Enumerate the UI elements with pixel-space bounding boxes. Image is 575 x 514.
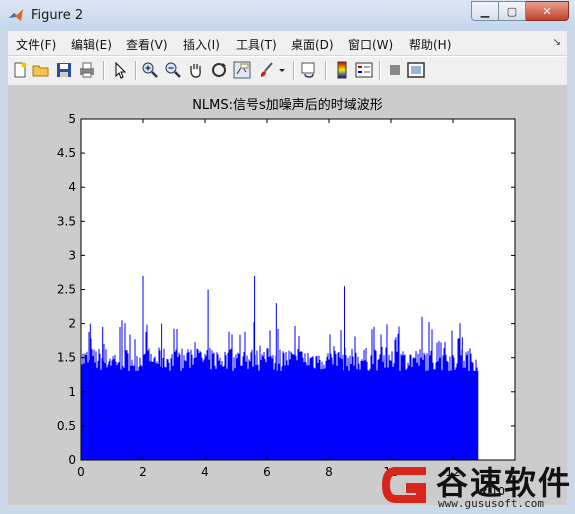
x-tick-label: 6 — [263, 465, 271, 479]
y-tick-label: 1.5 — [57, 351, 76, 365]
x-tick-label: 8 — [325, 465, 333, 479]
y-tick-label: 4.5 — [57, 146, 76, 160]
y-tick-label: 5 — [68, 112, 76, 126]
y-tick-label: 3.5 — [57, 214, 76, 228]
y-tick-label: 1 — [68, 385, 76, 399]
y-tick-label: 0 — [68, 453, 76, 467]
x-tick-label: 0 — [77, 465, 85, 479]
y-tick-label: 2 — [68, 317, 76, 331]
gususoft-logo-icon — [382, 467, 426, 503]
y-tick-label: 2.5 — [57, 283, 76, 297]
plot-axes[interactable]: 00.511.522.533.544.55 024681012 — [0, 0, 575, 514]
y-tick-label: 3 — [68, 248, 76, 262]
y-tick-label: 0.5 — [57, 419, 76, 433]
y-tick-label: 4 — [68, 180, 76, 194]
watermark-url: www.gususoft.com — [438, 497, 544, 510]
x-tick-label: 2 — [139, 465, 147, 479]
x-tick-label: 4 — [201, 465, 209, 479]
